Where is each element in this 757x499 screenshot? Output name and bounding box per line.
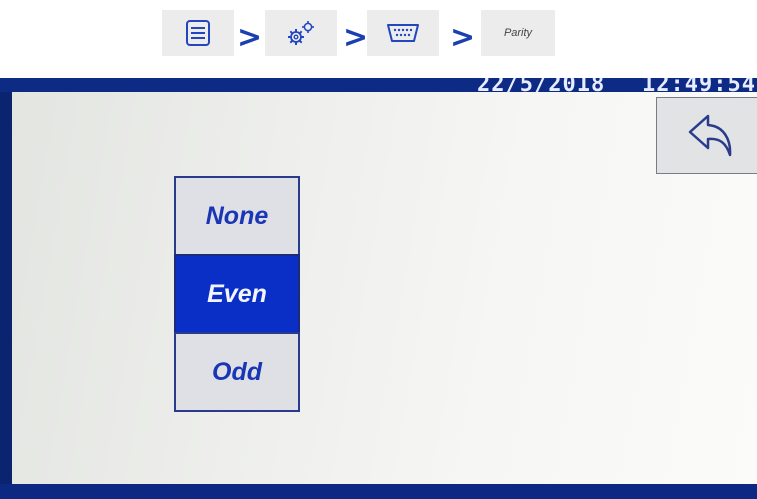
breadcrumb-item-settings[interactable] (265, 10, 337, 56)
gears-icon (288, 21, 314, 45)
parity-option-label: Odd (212, 357, 262, 386)
menu-list-icon (186, 20, 210, 46)
parity-option-none[interactable]: None (174, 176, 300, 256)
parity-option-label: Even (207, 279, 267, 308)
bottom-bar (0, 484, 757, 499)
parity-option-label: None (205, 201, 269, 230)
breadcrumb-separator: > (237, 20, 263, 55)
back-button[interactable] (656, 97, 757, 174)
breadcrumb-label: Parity (503, 27, 533, 39)
breadcrumb-item-serial[interactable] (367, 10, 439, 56)
breadcrumb-separator: > (450, 20, 476, 55)
breadcrumb-item-menu[interactable] (162, 10, 234, 56)
serial-port-icon (387, 24, 419, 42)
breadcrumb-separator: > (343, 20, 369, 55)
back-arrow-icon (688, 114, 731, 156)
display-area: None Even Odd (12, 92, 757, 484)
breadcrumb-item-parity[interactable]: Parity (481, 10, 555, 56)
parity-option-odd[interactable]: Odd (174, 332, 300, 412)
breadcrumb: > > > Parity (0, 0, 757, 70)
parity-option-even[interactable]: Even (174, 254, 300, 334)
parity-options: None Even Odd (174, 176, 300, 412)
device-screen: 22/5/2018 12:49:54 None Even Odd (0, 78, 757, 499)
screen-bezel (0, 92, 12, 484)
